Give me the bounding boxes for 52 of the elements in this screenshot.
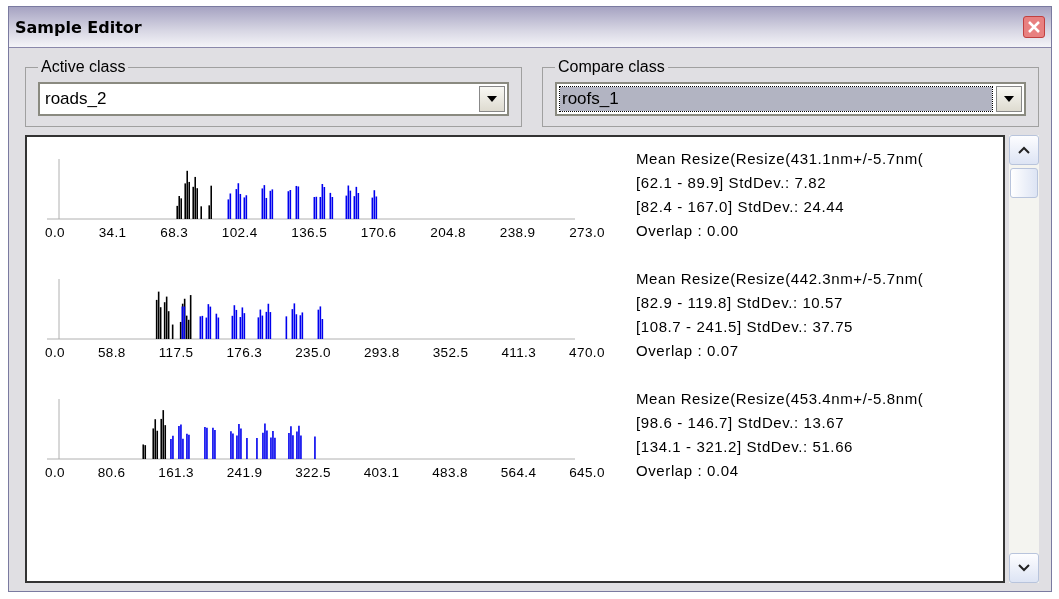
statistics-text: Mean Resize(Resize(442.3nm+/-5.7nm( <box>636 269 924 289</box>
axis-label: 176.3 <box>226 345 263 360</box>
class-dropdown[interactable]: roofs_1 <box>555 82 1026 116</box>
axis-label: 117.5 <box>158 345 194 360</box>
statistics-text: [134.1 - 321.2] StdDev.: 51.66 <box>636 437 855 457</box>
axis-label: 0.0 <box>45 465 65 480</box>
window-title: Sample Editor <box>15 17 142 37</box>
axis-label: 102.4 <box>221 225 258 240</box>
axis-label: 293.8 <box>363 345 400 360</box>
close-button[interactable] <box>1023 16 1045 38</box>
scroll-up-button[interactable] <box>1009 135 1039 165</box>
axis-label: 273.0 <box>569 225 605 240</box>
axis-label: 136.5 <box>291 225 328 240</box>
axis-label: 403.1 <box>363 465 400 480</box>
scroll-thumb[interactable] <box>1010 168 1038 198</box>
axis-label: 470.0 <box>569 345 605 360</box>
statistics-text: [108.7 - 241.5] StdDev.: 37.75 <box>636 317 855 337</box>
axis-label: 238.9 <box>499 225 536 240</box>
axis-label: 352.5 <box>432 345 469 360</box>
axis-label: 411.3 <box>501 345 537 360</box>
statistics-text: [82.4 - 167.0] StdDev.: 24.44 <box>636 197 846 217</box>
axis-label: 241.9 <box>226 465 263 480</box>
axis-label: 483.8 <box>432 465 468 480</box>
statistics-text: Overlap : 0.00 <box>636 221 740 241</box>
class-dropdown[interactable]: roads_2 <box>38 82 509 116</box>
axis-label: 564.4 <box>500 465 537 480</box>
group-label: Compare class <box>557 58 666 76</box>
group-label: Active class <box>40 58 127 76</box>
statistics-text: Overlap : 0.04 <box>636 461 740 481</box>
statistics-text: [62.1 - 89.9] StdDev.: 7.82 <box>636 173 828 193</box>
statistics-text: [82.9 - 119.8] StdDev.: 10.57 <box>636 293 844 313</box>
axis-label: 161.3 <box>158 465 194 480</box>
close-icon <box>1027 20 1041 34</box>
axis-label: 80.6 <box>97 465 126 480</box>
statistics-text: Mean Resize(Resize(453.4nm+/-5.8nm( <box>636 389 924 409</box>
axis-label: 170.6 <box>360 225 397 240</box>
axis-label: 645.0 <box>569 465 605 480</box>
scrollbar[interactable] <box>1009 135 1039 583</box>
dropdown-arrow-icon <box>1003 95 1015 103</box>
axis-label: 235.0 <box>295 345 331 360</box>
axis-label: 34.1 <box>98 225 127 240</box>
dropdown-arrow-icon <box>486 95 498 103</box>
axis-label: 322.5 <box>295 465 331 480</box>
axis-label: 68.3 <box>160 225 189 240</box>
axis-label: 0.0 <box>45 225 65 240</box>
axis-label: 204.8 <box>430 225 467 240</box>
axis-label: 58.8 <box>97 345 126 360</box>
scroll-down-button[interactable] <box>1009 553 1039 583</box>
axis-label: 0.0 <box>45 345 65 360</box>
statistics-text: Mean Resize(Resize(431.1nm+/-5.7nm( <box>636 149 924 169</box>
statistics-text: [98.6 - 146.7] StdDev.: 13.67 <box>636 413 846 433</box>
statistics-text: Overlap : 0.07 <box>636 341 740 361</box>
